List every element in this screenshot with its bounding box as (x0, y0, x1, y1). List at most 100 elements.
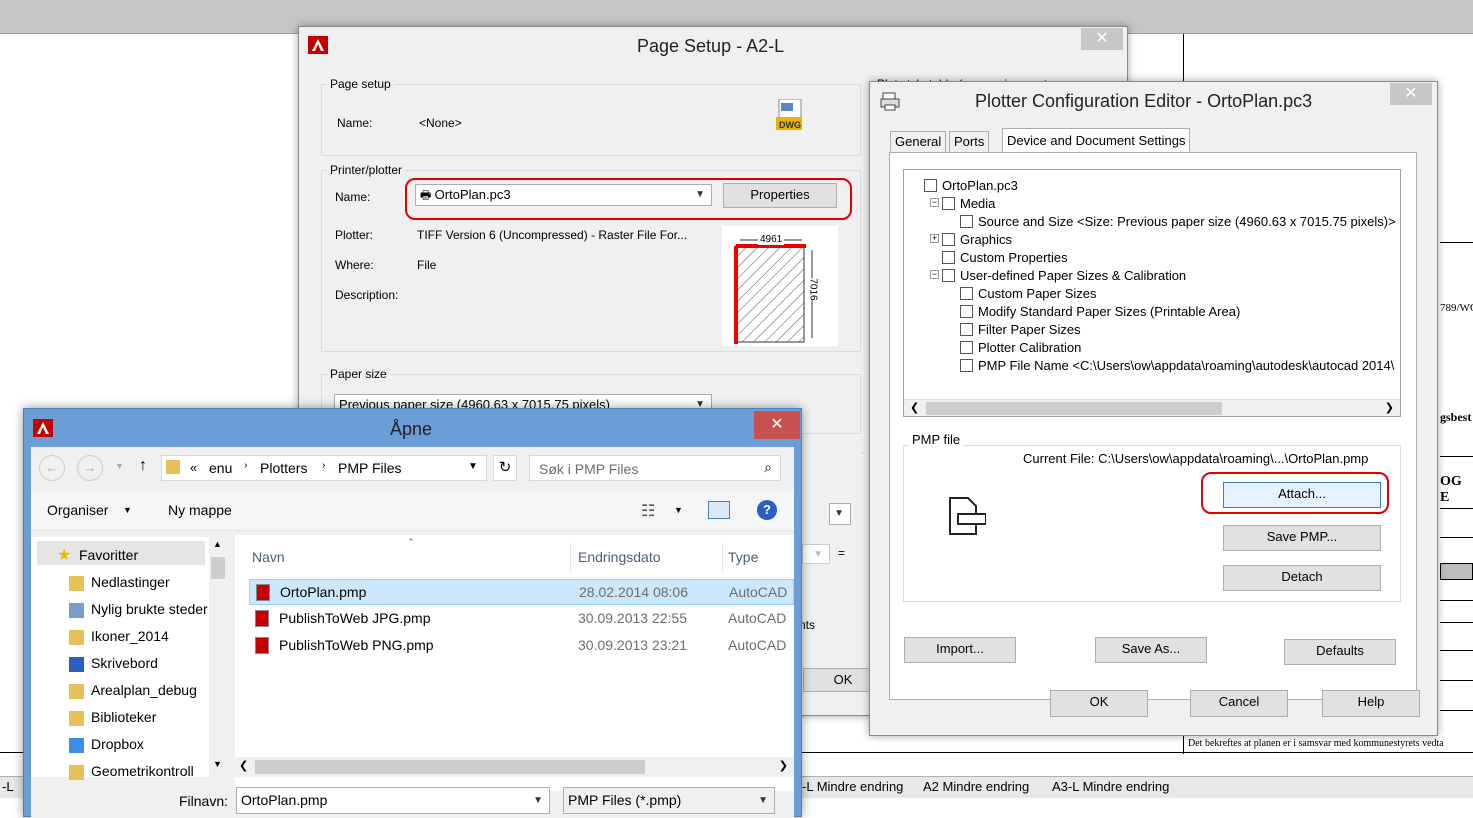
tree-item[interactable]: PMP File Name <C:\Users\ow\appdata\roami… (978, 358, 1394, 373)
detach-button[interactable]: Detach (1223, 565, 1381, 591)
layout-tab[interactable]: A3-L Mindre endring (1052, 779, 1169, 794)
column-header-type[interactable]: Type (728, 549, 758, 565)
scroll-right-icon[interactable]: ❯ (1385, 401, 1394, 414)
scrollbar-thumb[interactable] (255, 760, 645, 774)
column-header-date[interactable]: Endringsdato (578, 549, 661, 565)
tree-item[interactable]: Plotter Calibration (978, 340, 1081, 355)
save-pmp-button[interactable]: Save PMP... (1223, 525, 1381, 551)
group-edge (861, 452, 863, 454)
refresh-icon[interactable]: ↻ (493, 455, 517, 481)
calibration-icon (960, 341, 973, 354)
scrollbar-thumb[interactable] (211, 557, 225, 579)
nav-item[interactable]: Arealplan_debug (91, 682, 197, 698)
scroll-up-icon[interactable]: ▲ (213, 539, 222, 549)
collapse-icon[interactable]: − (930, 198, 939, 207)
expand-icon[interactable]: + (930, 234, 939, 243)
defaults-button[interactable]: Defaults (1284, 639, 1396, 665)
nav-scrollbar[interactable]: ▲ ▼ (209, 537, 227, 777)
file-row[interactable]: PublishToWeb PNG.pmp 30.09.2013 23:21 Auto… (249, 633, 794, 659)
back-icon[interactable]: ← (39, 455, 65, 481)
cancel-button[interactable]: Cancel (1190, 690, 1288, 717)
tree-item[interactable]: Custom Paper Sizes (978, 286, 1097, 301)
scrollbar-thumb[interactable] (926, 402, 1222, 415)
close-icon[interactable]: ✕ (1081, 28, 1123, 50)
address-bar[interactable]: « enu › Plotters › PMP Files ▼ (161, 455, 487, 481)
nav-item[interactable]: Nedlastinger (91, 574, 170, 590)
view-options-icon[interactable]: ☷ (641, 501, 655, 521)
layout-tab[interactable]: A2 Mindre endring (923, 779, 1029, 794)
column-divider[interactable] (722, 543, 723, 571)
chevron-down-icon[interactable]: ▼ (533, 788, 543, 813)
breadcrumb-overflow[interactable]: « (190, 460, 197, 475)
select-stub[interactable]: ▼ (829, 503, 851, 525)
filename-input[interactable]: OrtoPlan.pmp ▼ (236, 787, 550, 814)
file-list-scrollbar[interactable]: ❮ ❯ (235, 757, 794, 777)
equals-sign: = (838, 546, 846, 560)
nav-item[interactable]: Ikoner_2014 (91, 628, 169, 644)
tab-general[interactable]: General (890, 131, 947, 152)
help-icon[interactable]: ? (757, 500, 777, 520)
name-label: Name: (337, 116, 373, 130)
horizontal-scrollbar[interactable]: ❮ ❯ (904, 399, 1400, 416)
file-row[interactable]: PublishToWeb JPG.pmp 30.09.2013 22:55 Auto… (249, 606, 794, 632)
chevron-down-icon[interactable]: ▼ (674, 505, 683, 515)
tree-item[interactable]: Graphics (960, 232, 1012, 247)
nav-item[interactable]: Skrivebord (91, 655, 158, 671)
highlight-annotation (1201, 472, 1389, 514)
up-arrow-icon[interactable]: ↑ (139, 457, 147, 475)
preview-pane-icon[interactable] (708, 501, 730, 519)
layout-tab[interactable]: -L Mindre endring (802, 779, 903, 794)
breadcrumb-item[interactable]: Plotters (260, 460, 307, 476)
forward-icon[interactable]: → (77, 455, 103, 481)
help-button[interactable]: Help (1322, 690, 1420, 717)
search-input[interactable]: Søk i PMP Files ⌕ (529, 455, 781, 481)
breadcrumb-item[interactable]: PMP Files (338, 460, 402, 476)
tree-item[interactable]: Media (960, 196, 995, 211)
breadcrumb-item[interactable]: enu (209, 460, 232, 476)
close-icon[interactable]: ✕ (1390, 83, 1432, 105)
tree-item[interactable]: Filter Paper Sizes (978, 322, 1081, 337)
tree-item[interactable]: Custom Properties (960, 250, 1068, 265)
file-name: OrtoPlan.pmp (280, 584, 367, 600)
scroll-down-icon[interactable]: ▼ (213, 759, 222, 769)
file-row[interactable]: OrtoPlan.pmp 28.02.2014 08:06 AutoCAD (249, 579, 794, 605)
drawing-text: gsbest (1440, 410, 1472, 424)
layout-tab[interactable]: -L (2, 779, 14, 794)
scroll-right-icon[interactable]: ❯ (779, 759, 788, 772)
scroll-left-icon[interactable]: ❮ (239, 759, 248, 772)
drawing-line (1440, 537, 1473, 538)
close-icon[interactable]: ✕ (754, 411, 800, 439)
nav-item[interactable]: Favoritter (79, 547, 138, 563)
page-setup-name-value: <None> (419, 116, 462, 130)
drawing-line (1440, 650, 1473, 651)
graphics-icon (942, 233, 955, 246)
tree-item[interactable]: Source and Size <Size: Previous paper si… (978, 214, 1396, 229)
scroll-left-icon[interactable]: ❮ (910, 401, 919, 414)
new-folder-button[interactable]: Ny mappe (168, 502, 232, 518)
save-as-button[interactable]: Save As... (1095, 637, 1207, 663)
filter-icon (960, 323, 973, 336)
select-stub-disabled[interactable]: ▼ (802, 544, 830, 564)
settings-tree[interactable]: OrtoPlan.pc3− Media Source and Size <Size:… (903, 169, 1401, 417)
media-icon (942, 197, 955, 210)
chevron-down-icon[interactable]: ▼ (468, 461, 478, 472)
tab-device-settings[interactable]: Device and Document Settings (1002, 128, 1191, 153)
pmp-document-icon (946, 496, 987, 536)
collapse-icon[interactable]: − (930, 270, 939, 279)
organize-button[interactable]: Organiser (47, 502, 108, 518)
file-type-select[interactable]: PMP Files (*.pmp) ▼ (563, 787, 775, 814)
search-icon[interactable]: ⌕ (764, 459, 772, 476)
recent-dropdown-icon[interactable]: ▼ (115, 461, 124, 471)
column-divider[interactable] (570, 543, 571, 571)
nav-item[interactable]: Geometrikontroll (91, 763, 194, 779)
nav-item[interactable]: Nylig brukte steder (91, 601, 208, 617)
nav-item[interactable]: Biblioteker (91, 709, 156, 725)
tree-item[interactable]: Modify Standard Paper Sizes (Printable A… (978, 304, 1240, 319)
nav-item[interactable]: Dropbox (91, 736, 144, 752)
ok-button[interactable]: OK (1050, 690, 1148, 717)
tree-item[interactable]: User-defined Paper Sizes & Calibration (960, 268, 1186, 283)
tree-item[interactable]: OrtoPlan.pc3 (942, 178, 1018, 193)
import-button[interactable]: Import... (904, 637, 1016, 663)
tab-ports[interactable]: Ports (949, 131, 990, 152)
column-header-name[interactable]: Navn (252, 549, 285, 565)
